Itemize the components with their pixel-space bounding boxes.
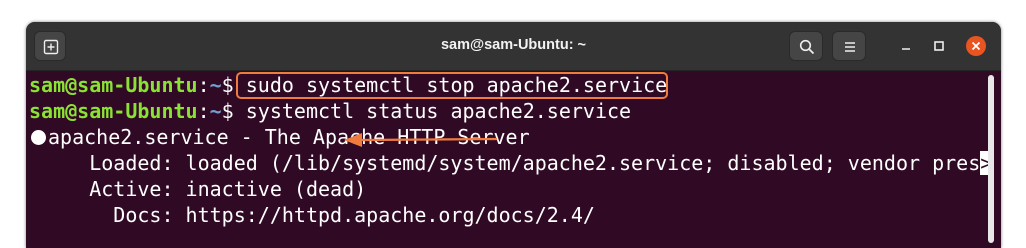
prompt-user-host: sam@sam-Ubuntu	[29, 73, 198, 97]
docs-line: Docs: https://httpd.apache.org/docs/2.4/	[29, 202, 595, 228]
loaded-line: Loaded: loaded (/lib/systemd/system/apac…	[29, 150, 993, 176]
active-text: Active: inactive (dead)	[29, 177, 367, 201]
search-icon	[799, 39, 815, 55]
prompt-symbol: $	[221, 99, 246, 123]
title-bar[interactable]: sam@sam-Ubuntu: ~	[26, 22, 1001, 71]
command-line-2: sam@sam-Ubuntu:~$ systemctl status apach…	[29, 98, 631, 124]
prompt-separator: :	[197, 73, 210, 97]
docs-text: Docs: https://httpd.apache.org/docs/2.4/	[29, 203, 595, 227]
scrollbar[interactable]	[988, 75, 994, 243]
terminal-window: sam@sam-Ubuntu: ~ sam@sam-Ubuntu:~$ sudo…	[26, 22, 1001, 248]
prompt-separator: :	[197, 99, 210, 123]
minimize-button[interactable]	[896, 36, 916, 56]
prompt-path: ~	[209, 99, 222, 123]
loaded-text: Loaded: loaded (/lib/systemd/system/apac…	[29, 151, 981, 175]
maximize-icon	[934, 41, 944, 51]
hamburger-menu-icon	[845, 42, 855, 52]
close-icon	[971, 41, 981, 51]
annotation-arrow-icon	[344, 133, 498, 147]
close-button[interactable]	[966, 36, 986, 56]
prompt-path: ~	[209, 73, 222, 97]
minimize-icon	[902, 48, 910, 50]
terminal-output-area[interactable]: sam@sam-Ubuntu:~$ sudo systemctl stop ap…	[26, 71, 1001, 248]
active-line: Active: inactive (dead)	[29, 176, 366, 202]
search-button[interactable]	[789, 31, 823, 61]
command-text: systemctl status apache2.service	[245, 99, 632, 123]
menu-button[interactable]	[832, 31, 866, 61]
status-dot-icon	[31, 130, 46, 145]
maximize-button[interactable]	[929, 36, 949, 56]
command-highlight-box	[236, 72, 668, 99]
prompt-user-host: sam@sam-Ubuntu	[29, 99, 198, 123]
